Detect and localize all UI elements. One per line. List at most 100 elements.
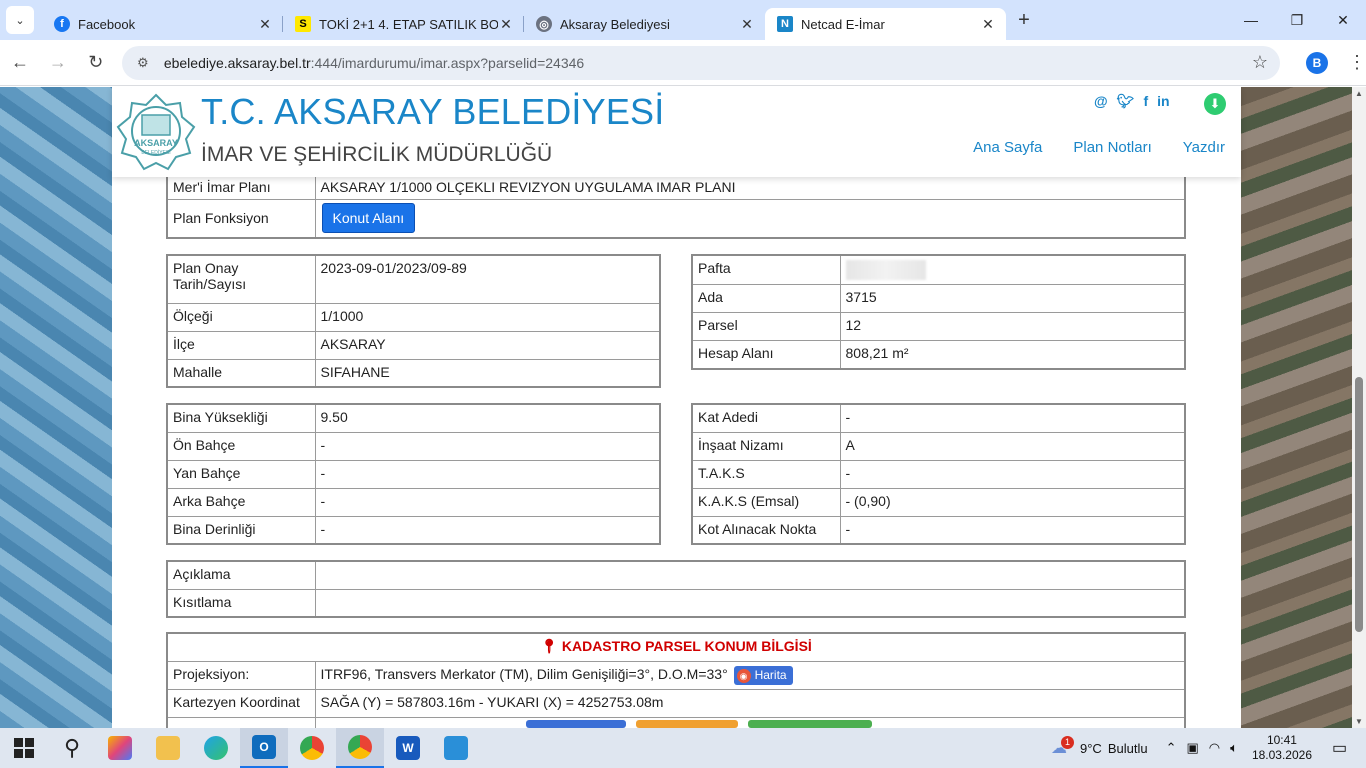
chrome-profile-icon[interactable] bbox=[336, 728, 384, 768]
table-row: İlçe AKSARAY bbox=[166, 330, 661, 360]
word-icon[interactable]: W bbox=[384, 728, 432, 768]
kisitlama-value bbox=[314, 588, 1186, 618]
tab-aksaray-belediyesi[interactable]: ◎ Aksaray Belediyesi ✕ bbox=[524, 8, 765, 40]
reload-icon[interactable]: ↻ bbox=[78, 45, 114, 81]
plan-onay-label: Plan Onay Tarih/Sayısı bbox=[166, 254, 316, 304]
site-title: T.C. AKSARAY BELEDİYESİ bbox=[201, 91, 665, 132]
plan-onay-value: 2023-09-01/2023/09-89 bbox=[314, 254, 661, 304]
konut-alani-button[interactable]: Konut Alanı bbox=[321, 203, 416, 234]
address-bar[interactable]: ⚙ ebelediye.aksaray.bel.tr :444/imarduru… bbox=[121, 45, 1281, 80]
download-icon[interactable]: ⬇ bbox=[1204, 93, 1226, 115]
partial-button[interactable] bbox=[525, 719, 626, 728]
table-row: Hesap Alanı 808,21 m² bbox=[691, 340, 1186, 369]
yan-bahce-label: Yan Bahçe bbox=[166, 459, 316, 489]
partial-button[interactable] bbox=[747, 719, 872, 728]
table-row: Projeksiyon: ITRF96, Transvers Merkator … bbox=[166, 660, 1186, 690]
table-row: Kısıtlama bbox=[166, 588, 1186, 618]
projeksiyon-label: Projeksiyon: bbox=[166, 660, 316, 690]
harita-button[interactable]: ◉ Harita bbox=[733, 665, 793, 685]
twitter-icon[interactable]: 🐦︎ bbox=[1117, 93, 1135, 110]
file-explorer-icon[interactable] bbox=[144, 728, 192, 768]
tab-search-icon[interactable]: ⌄ bbox=[6, 6, 34, 34]
pafta-value bbox=[839, 254, 1186, 285]
pafta-label: Pafta bbox=[691, 254, 841, 285]
partial-row-buttons bbox=[314, 716, 1186, 728]
profile-avatar[interactable]: B bbox=[1306, 51, 1328, 74]
page-content: AKSARAY BELEDİYESİ T.C. AKSARAY BELEDİYE… bbox=[112, 87, 1241, 728]
chevron-up-icon[interactable]: ⌃ bbox=[1166, 740, 1177, 756]
network-device-icon[interactable]: ▣ bbox=[1186, 740, 1198, 756]
linkedin-icon[interactable]: in bbox=[1157, 93, 1169, 110]
wifi-icon[interactable]: ◠ bbox=[1209, 740, 1220, 756]
nav-plan-notlari[interactable]: Plan Notları bbox=[1073, 139, 1151, 156]
partial-row-label bbox=[166, 716, 316, 728]
edge-icon[interactable] bbox=[192, 728, 240, 768]
logo-subtext: BELEDİYESİ bbox=[141, 149, 170, 156]
facebook-icon[interactable]: f bbox=[1143, 93, 1148, 110]
table-row: Bina Derinliği - bbox=[166, 515, 661, 545]
notification-icon[interactable]: ▭ bbox=[1332, 738, 1356, 758]
page-scrollbar[interactable]: ▲ ▼ bbox=[1352, 87, 1366, 728]
aksaray-logo: AKSARAY BELEDİYESİ bbox=[116, 93, 196, 171]
photos-icon[interactable] bbox=[432, 728, 480, 768]
weather-temp: 9°C bbox=[1080, 740, 1102, 756]
table-row: Kartezyen Koordinat SAĞA (Y) = 587803.16… bbox=[166, 688, 1186, 718]
netcad-icon: N bbox=[777, 16, 793, 32]
clock[interactable]: 10:41 18.03.2026 bbox=[1252, 733, 1312, 763]
map-pin-icon: 📍︎ bbox=[540, 638, 558, 654]
taks-value: - bbox=[839, 459, 1186, 489]
close-tab-icon[interactable]: ✕ bbox=[980, 16, 996, 33]
notes-table: Açıklama Kısıtlama bbox=[166, 560, 1186, 618]
site-info-icon[interactable]: ⚙ bbox=[134, 54, 152, 72]
building-rules-table: Bina Yüksekliği 9.50 Ön Bahçe - Yan Bahçe -… bbox=[166, 403, 661, 545]
outlook-icon[interactable]: O bbox=[240, 728, 288, 768]
globe-icon: ◎ bbox=[536, 16, 552, 32]
tab-toki[interactable]: S TOKİ 2+1 4. ETAP SATILIK BOŞ D ✕ bbox=[283, 8, 524, 40]
tab-facebook[interactable]: f Facebook ✕ bbox=[42, 8, 283, 40]
plan-fonksiyon-cell: Konut Alanı bbox=[314, 199, 1186, 238]
aciklama-value bbox=[314, 560, 1186, 590]
copilot-icon[interactable] bbox=[96, 728, 144, 768]
new-tab-plus-icon[interactable]: + bbox=[1010, 6, 1038, 34]
close-tab-icon[interactable]: ✕ bbox=[498, 16, 514, 33]
minimize-icon[interactable]: — bbox=[1228, 0, 1274, 40]
back-arrow-icon[interactable]: ← bbox=[2, 45, 38, 81]
site-subtitle: İMAR VE ŞEHİRCİLİK MÜDÜRLÜĞÜ bbox=[201, 143, 553, 166]
nav-ana-sayfa[interactable]: Ana Sayfa bbox=[973, 139, 1042, 156]
tab-title: Netcad E-İmar bbox=[801, 16, 885, 32]
olcegi-value: 1/1000 bbox=[314, 302, 661, 332]
scrollbar-thumb[interactable] bbox=[1355, 377, 1363, 632]
email-icon[interactable]: @ bbox=[1094, 93, 1108, 110]
search-icon[interactable]: ⚲ bbox=[48, 728, 96, 768]
table-row: Ön Bahçe - bbox=[166, 431, 661, 461]
nav-yazdir[interactable]: Yazdır bbox=[1183, 139, 1225, 156]
forward-arrow-icon[interactable]: → bbox=[40, 45, 76, 81]
page-viewport: AKSARAY BELEDİYESİ T.C. AKSARAY BELEDİYE… bbox=[0, 87, 1352, 728]
bookmark-star-icon[interactable]: ☆ bbox=[1252, 52, 1268, 73]
weather-widget[interactable]: ☁ 1 9°C Bulutlu bbox=[1051, 735, 1148, 758]
background-aerial-right bbox=[1241, 87, 1352, 728]
taskbar: ⚲ O W ☁ 1 9°C Bulutlu ⌃ ▣ ◠ 🔈︎ 10:41 18.… bbox=[0, 728, 1366, 768]
projeksiyon-cell: ITRF96, Transvers Merkator (TM), Dilim G… bbox=[314, 660, 1186, 690]
insaat-nizami-label: İnşaat Nizamı bbox=[691, 431, 841, 461]
table-row: Parsel 12 bbox=[691, 312, 1186, 341]
windows-start-icon[interactable] bbox=[0, 728, 48, 768]
tab-netcad-eimar[interactable]: N Netcad E-İmar ✕ bbox=[765, 8, 1006, 40]
volume-icon[interactable]: 🔈︎ bbox=[1230, 740, 1238, 756]
hesap-alani-value: 808,21 m² bbox=[839, 340, 1186, 369]
plan-info-table: Plan Onay Tarih/Sayısı 2023-09-01/2023/0… bbox=[166, 254, 661, 388]
close-window-icon[interactable]: ✕ bbox=[1320, 0, 1366, 40]
tab-title: Facebook bbox=[78, 16, 136, 32]
restore-icon[interactable]: ❐ bbox=[1274, 0, 1320, 40]
partial-button[interactable] bbox=[635, 719, 738, 728]
weather-badge: 1 bbox=[1061, 735, 1074, 749]
scroll-up-icon[interactable]: ▲ bbox=[1352, 89, 1366, 98]
close-tab-icon[interactable]: ✕ bbox=[257, 16, 273, 33]
kartezyen-value: SAĞA (Y) = 587803.16m - YUKARI (X) = 425… bbox=[314, 688, 1186, 718]
social-links: @ 🐦︎ f in bbox=[1094, 93, 1170, 110]
table-row: K.A.K.S (Emsal) - (0,90) bbox=[691, 487, 1186, 517]
close-tab-icon[interactable]: ✕ bbox=[739, 16, 755, 33]
browser-menu-icon[interactable]: ⋮ bbox=[1348, 52, 1366, 73]
scroll-down-icon[interactable]: ▼ bbox=[1352, 717, 1366, 726]
chrome-icon[interactable] bbox=[288, 728, 336, 768]
